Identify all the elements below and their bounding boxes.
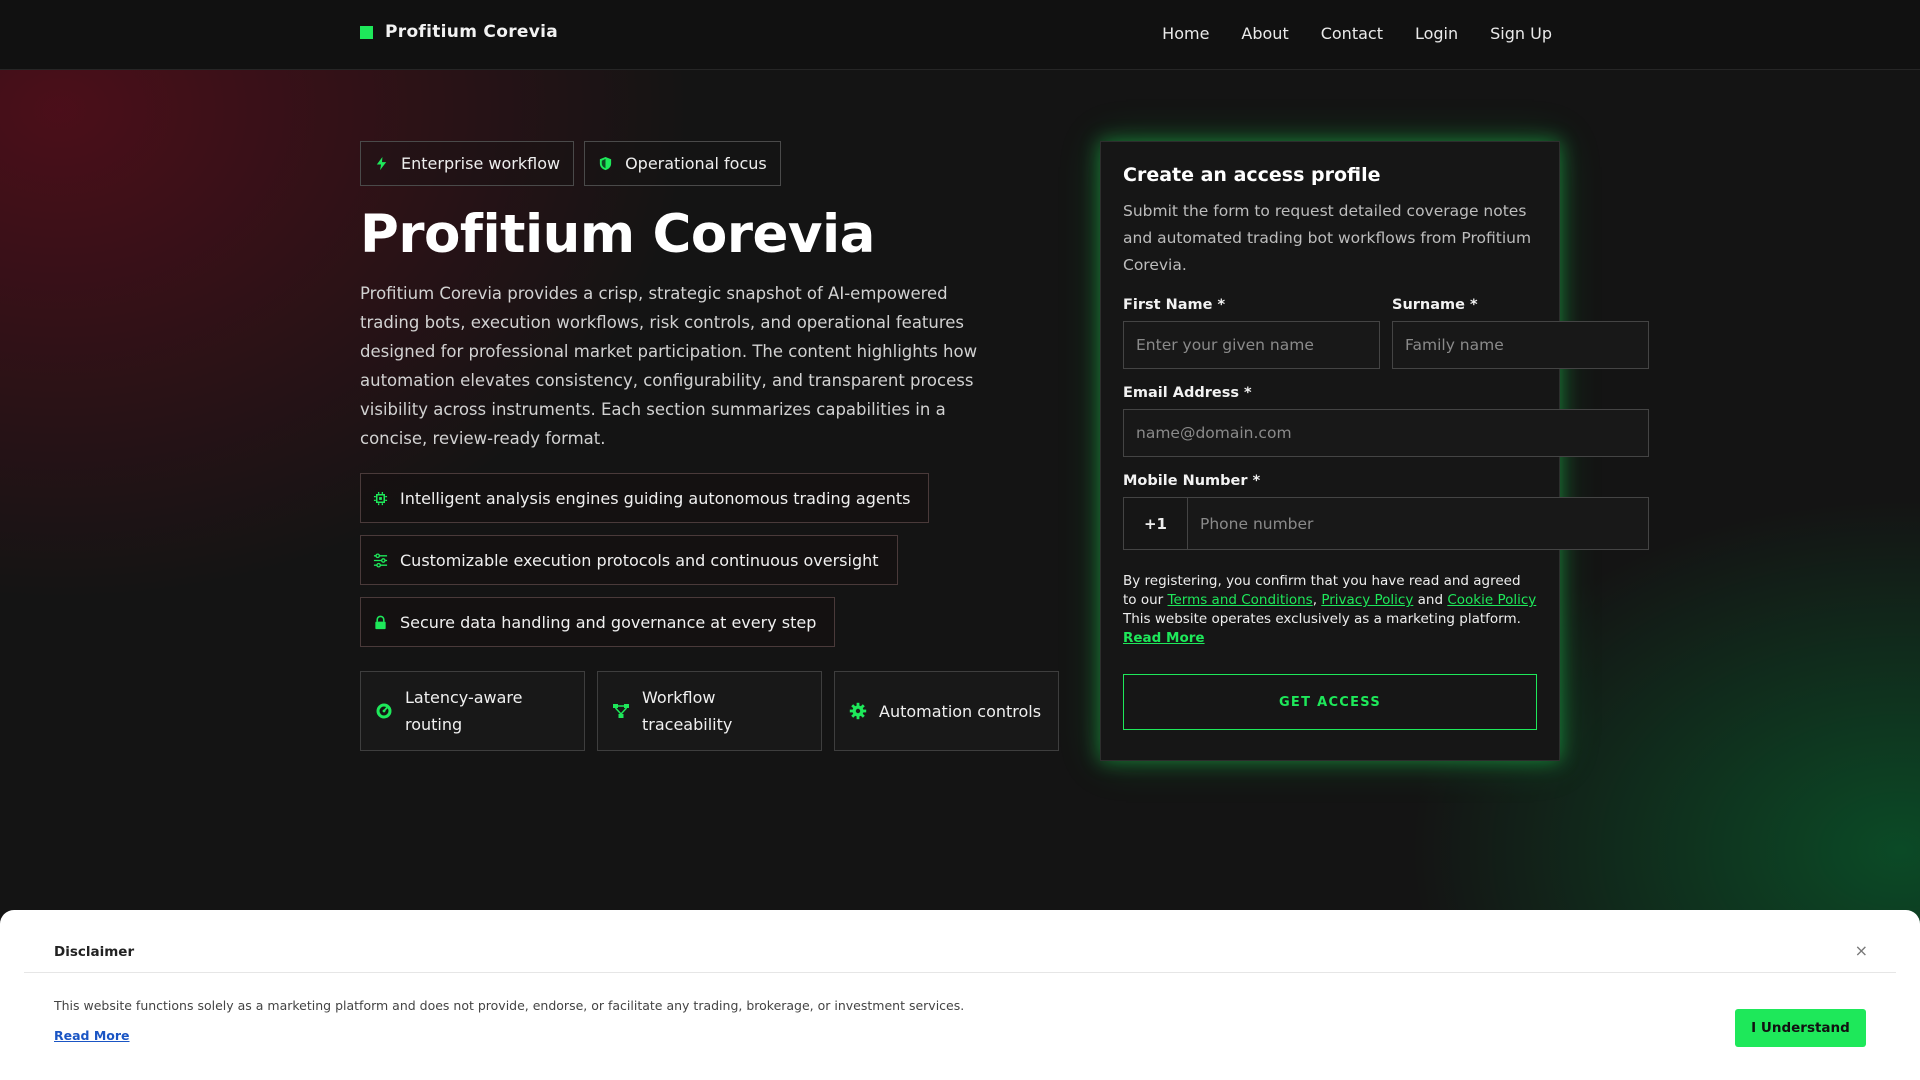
chip-operational-focus: Operational focus: [584, 141, 781, 186]
phone-input-group: +1: [1123, 497, 1649, 550]
feature-item: Secure data handling and governance at e…: [360, 597, 836, 647]
lock-icon: [375, 615, 386, 629]
card-label: Automation controls: [879, 701, 1042, 721]
chip-label: Enterprise workflow: [401, 154, 561, 173]
main-nav: Home About Contact Login Sign Up: [1162, 24, 1552, 43]
first-name-input[interactable]: [1123, 321, 1380, 369]
nav-about[interactable]: About: [1241, 24, 1288, 43]
terms-link[interactable]: Terms and Conditions: [1168, 592, 1313, 608]
get-access-button[interactable]: GET ACCESS: [1123, 674, 1537, 730]
terms-notice: By registering, you confirm that you hav…: [1123, 573, 1537, 646]
disclaimer-read-more-link[interactable]: Read More: [54, 1028, 130, 1043]
chip-label: Operational focus: [625, 154, 767, 173]
chip-processor-icon: [373, 491, 388, 505]
nav-home[interactable]: Home: [1162, 24, 1209, 43]
lightning-icon: [376, 156, 387, 171]
card-workflow-traceability: Workflow traceability: [597, 671, 822, 751]
shield-icon: [599, 156, 612, 171]
i-understand-button[interactable]: I Understand: [1735, 1009, 1866, 1047]
form-subtitle: Submit the form to request detailed cove…: [1123, 202, 1532, 274]
chip-enterprise-workflow: Enterprise workflow: [360, 141, 575, 186]
cookie-link[interactable]: Cookie Policy: [1447, 592, 1536, 608]
card-label: Latency-aware routing: [405, 688, 523, 734]
disclaimer-title: Disclaimer: [54, 944, 135, 960]
hero-description: Profitium Corevia provides a crisp, stra…: [360, 284, 978, 448]
feature-label: Customizable execution protocols and con…: [400, 550, 879, 570]
brand[interactable]: Profitium Corevia: [360, 22, 558, 42]
brand-logo-icon: [360, 25, 373, 39]
hero-title: Profitium Corevia: [360, 204, 875, 265]
diagram-nodes-icon: [613, 704, 629, 718]
feature-label: Secure data handling and governance at e…: [400, 612, 817, 632]
first-name-field: First Name *: [1123, 297, 1380, 369]
mobile-field: Mobile Number * +1: [1123, 473, 1649, 550]
surname-label: Surname *: [1392, 297, 1478, 313]
card-label: Workflow traceability: [642, 688, 733, 734]
surname-field: Surname *: [1392, 297, 1649, 369]
disclaimer-divider: [24, 972, 1896, 973]
first-name-label: First Name *: [1123, 297, 1226, 313]
close-icon[interactable]: ×: [1855, 941, 1868, 960]
feature-item: Customizable execution protocols and con…: [360, 535, 898, 585]
email-input[interactable]: [1123, 409, 1649, 457]
feature-label: Intelligent analysis engines guiding aut…: [400, 488, 911, 508]
nav-sign-up[interactable]: Sign Up: [1490, 24, 1552, 43]
name-row: First Name * Surname *: [1123, 297, 1649, 369]
nav-contact[interactable]: Contact: [1321, 24, 1383, 43]
country-code[interactable]: +1: [1124, 498, 1188, 549]
gear-icon: [849, 702, 867, 720]
disclaimer-banner: Disclaimer × This website functions sole…: [0, 910, 1920, 1080]
privacy-link[interactable]: Privacy Policy: [1321, 592, 1413, 608]
hero-section: Enterprise workflow Operational focus Pr…: [360, 141, 1060, 751]
terms-read-more-link[interactable]: Read More: [1123, 630, 1205, 646]
capability-cards: Latency-aware routing Workflow traceabil…: [360, 671, 1060, 751]
card-automation-controls: Automation controls: [834, 671, 1059, 751]
feature-item: Intelligent analysis engines guiding aut…: [360, 473, 930, 523]
terms-and: and: [1417, 592, 1444, 608]
gauge-icon: [376, 703, 392, 719]
site-header: Profitium Corevia Home About Contact Log…: [0, 0, 1920, 70]
surname-input[interactable]: [1392, 321, 1649, 369]
card-latency-aware-routing: Latency-aware routing: [360, 671, 585, 751]
email-field: Email Address *: [1123, 385, 1649, 457]
phone-input[interactable]: [1188, 498, 1648, 549]
form-title: Create an access profile: [1123, 164, 1381, 186]
mobile-label: Mobile Number *: [1123, 473, 1261, 489]
sliders-icon: [373, 552, 388, 568]
nav-login[interactable]: Login: [1415, 24, 1458, 43]
email-label: Email Address *: [1123, 385, 1252, 401]
brand-name: Profitium Corevia: [385, 22, 558, 42]
terms-suffix: This website operates exclusively as a m…: [1123, 611, 1521, 627]
hero-chips: Enterprise workflow Operational focus: [360, 141, 1060, 186]
access-profile-form: Create an access profile Submit the form…: [1100, 141, 1649, 761]
disclaimer-text: This website functions solely as a marke…: [54, 998, 965, 1013]
feature-list: Intelligent analysis engines guiding aut…: [360, 473, 1060, 647]
